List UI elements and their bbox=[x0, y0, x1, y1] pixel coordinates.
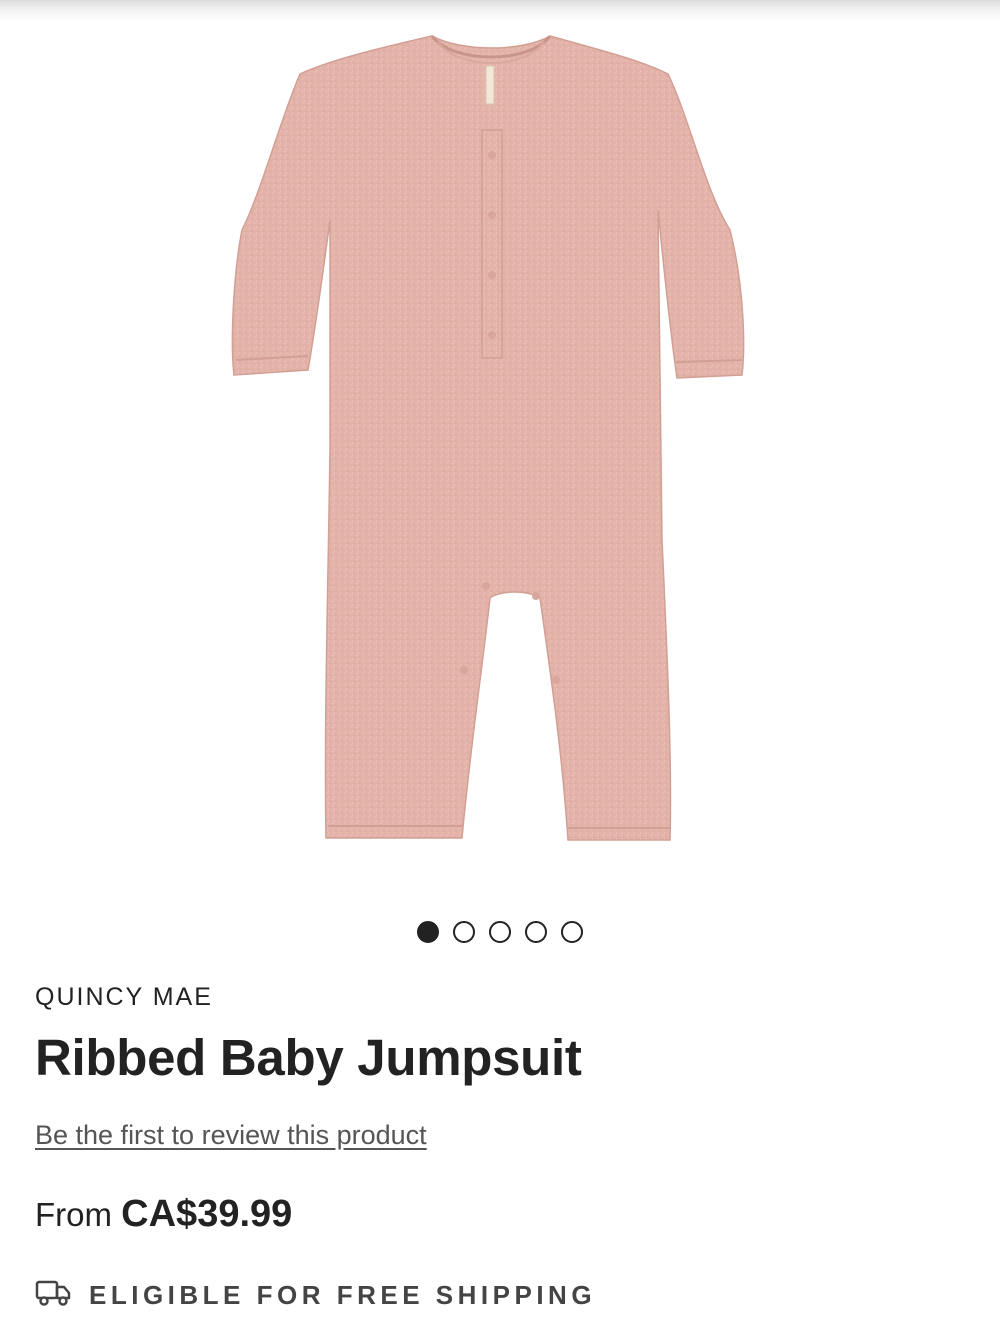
product-title: Ribbed Baby Jumpsuit bbox=[35, 1029, 582, 1086]
product-price: CA$39.99 bbox=[121, 1193, 293, 1235]
product-image bbox=[231, 35, 745, 841]
gallery-dot-3[interactable] bbox=[489, 921, 511, 943]
price-prefix: From bbox=[35, 1196, 112, 1233]
price-row: From CA$39.99 bbox=[35, 1193, 292, 1236]
gallery-pagination bbox=[0, 921, 1000, 943]
review-link[interactable]: Be the first to review this product bbox=[35, 1120, 427, 1151]
shipping-label: ELIGIBLE FOR FREE SHIPPING bbox=[89, 1280, 597, 1310]
product-image-gallery[interactable] bbox=[0, 22, 1000, 902]
gallery-dot-4[interactable] bbox=[525, 921, 547, 943]
gallery-dot-1[interactable] bbox=[417, 921, 439, 943]
truck-icon bbox=[35, 1278, 71, 1313]
header-shadow bbox=[0, 0, 1000, 22]
product-page: QUINCY MAE Ribbed Baby Jumpsuit Be the f… bbox=[0, 0, 1000, 1333]
product-brand[interactable]: QUINCY MAE bbox=[35, 983, 213, 1012]
jumpsuit-shape bbox=[231, 35, 745, 841]
gallery-dot-2[interactable] bbox=[453, 921, 475, 943]
gallery-dot-5[interactable] bbox=[561, 921, 583, 943]
shipping-info: ELIGIBLE FOR FREE SHIPPING bbox=[35, 1278, 596, 1313]
